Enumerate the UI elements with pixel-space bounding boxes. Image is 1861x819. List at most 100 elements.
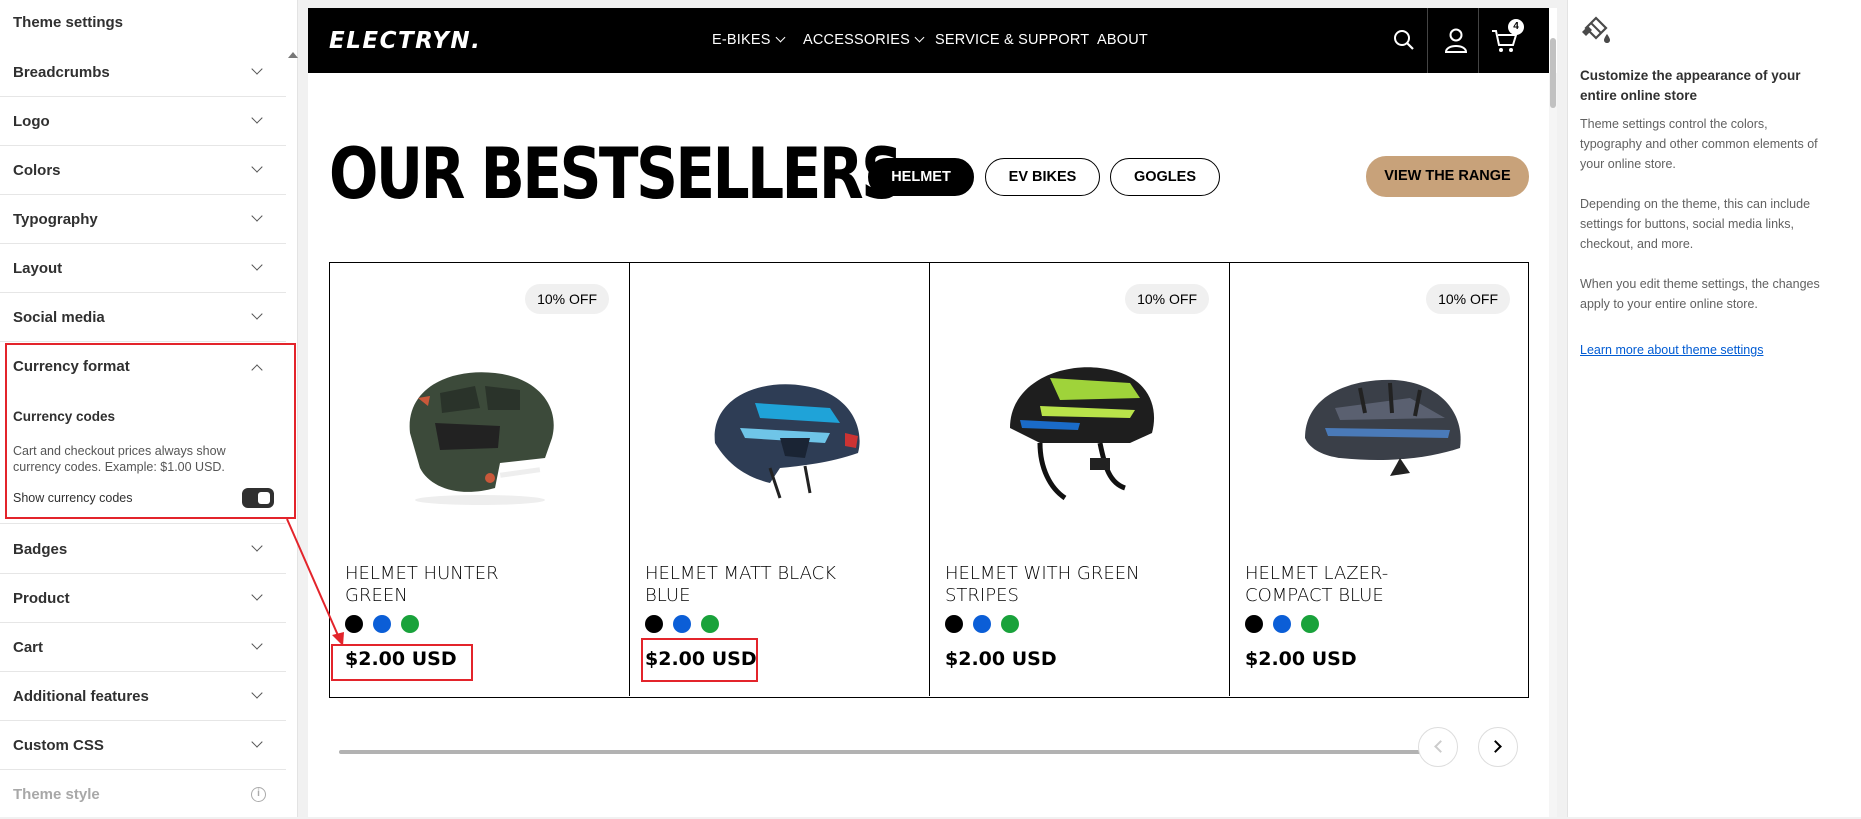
color-swatches <box>645 615 729 635</box>
section-social-media[interactable]: Social media <box>0 293 286 342</box>
section-label: Typography <box>13 211 98 228</box>
chevron-down-icon <box>251 540 263 552</box>
product-price: $2.00 USD <box>945 648 1057 670</box>
product-price: $2.00 USD <box>1245 648 1357 670</box>
paint-brush-icon <box>1582 16 1610 43</box>
swatch-blue[interactable] <box>973 615 991 633</box>
product-image[interactable] <box>680 338 880 508</box>
section-label: Badges <box>13 541 68 558</box>
product-card[interactable]: HELMET MATT BLACK BLUE $2.00 USD <box>630 263 930 696</box>
tab-gogles[interactable]: GOGLES <box>1110 158 1220 196</box>
swatch-blue[interactable] <box>1273 615 1291 633</box>
section-heading: OUR BESTSELLERS <box>329 133 903 215</box>
chevron-down-icon <box>251 638 263 650</box>
product-image[interactable] <box>380 338 580 508</box>
chevron-down-icon <box>251 259 263 271</box>
highlight-currency-format <box>5 343 296 519</box>
highlight-price-2 <box>641 638 758 682</box>
section-label: Product <box>13 590 70 607</box>
swatch-green[interactable] <box>401 615 419 633</box>
chevron-down-icon <box>914 32 925 43</box>
product-name[interactable]: HELMET MATT BLACK BLUE <box>645 563 845 607</box>
store-header: ELECTRYN. E-BIKES ACCESSORIES SERVICE & … <box>308 8 1549 73</box>
chevron-down-icon <box>251 308 263 320</box>
swatch-blue[interactable] <box>373 615 391 633</box>
swatch-black[interactable] <box>645 615 663 633</box>
product-grid: 10% OFF HELMET HUNTER GREEN $2.00 USD HE… <box>329 262 1529 698</box>
nav-label: ACCESSORIES <box>803 32 910 48</box>
section-label: Layout <box>13 260 63 277</box>
section-colors[interactable]: Colors <box>0 146 286 195</box>
section-label: Social media <box>13 309 105 326</box>
section-label: Custom CSS <box>13 737 104 754</box>
product-card[interactable]: 10% OFF HELMET HUNTER GREEN $2.00 USD <box>330 263 630 696</box>
discount-badge: 10% OFF <box>525 284 609 314</box>
chevron-down-icon <box>251 112 263 124</box>
product-card[interactable]: 10% OFF HELMET LAZER-COMPACT BLUE $2.00 … <box>1230 263 1530 696</box>
help-paragraph: When you edit theme settings, the change… <box>1580 277 1820 311</box>
search-icon[interactable] <box>1393 29 1415 51</box>
nav-divider <box>1427 8 1428 73</box>
account-icon[interactable] <box>1443 27 1469 53</box>
carousel-progress-bar[interactable] <box>339 750 1431 754</box>
carousel-next-button[interactable] <box>1478 727 1518 767</box>
swatch-black[interactable] <box>945 615 963 633</box>
preview-scroll-thumb[interactable] <box>1550 38 1556 108</box>
section-product[interactable]: Product <box>0 574 286 623</box>
swatch-black[interactable] <box>345 615 363 633</box>
section-theme-style[interactable]: Theme style i <box>0 770 286 819</box>
nav-e-bikes[interactable]: E-BIKES <box>712 32 786 48</box>
discount-badge: 10% OFF <box>1125 284 1209 314</box>
section-badges[interactable]: Badges <box>0 525 286 574</box>
nav-divider <box>1478 8 1479 73</box>
info-icon[interactable]: i <box>251 787 266 802</box>
nav-label: E-BIKES <box>712 32 771 48</box>
product-card[interactable]: 10% OFF HELMET WITH GREEN STRIPES $2.00 … <box>930 263 1230 696</box>
product-image[interactable] <box>1280 338 1480 508</box>
nav-about[interactable]: ABOUT <box>1097 32 1148 48</box>
scroll-up-arrow[interactable] <box>288 52 298 58</box>
swatch-green[interactable] <box>701 615 719 633</box>
help-panel: Customize the appearance of your entire … <box>1567 0 1861 817</box>
section-additional-features[interactable]: Additional features <box>0 672 286 721</box>
section-typography[interactable]: Typography <box>0 195 286 244</box>
section-label: Breadcrumbs <box>13 64 110 81</box>
product-name[interactable]: HELMET HUNTER GREEN <box>345 563 545 607</box>
product-name[interactable]: HELMET LAZER-COMPACT BLUE <box>1245 563 1445 607</box>
help-title: Customize the appearance of your entire … <box>1580 68 1801 103</box>
store-logo[interactable]: ELECTRYN. <box>329 28 481 54</box>
swatch-blue[interactable] <box>673 615 691 633</box>
section-breadcrumbs[interactable]: Breadcrumbs <box>0 48 286 97</box>
swatch-black[interactable] <box>1245 615 1263 633</box>
cart-count-badge: 4 <box>1508 19 1524 35</box>
section-cart[interactable]: Cart <box>0 623 286 672</box>
nav-accessories[interactable]: ACCESSORIES <box>803 32 925 48</box>
tab-helmet[interactable]: HELMET <box>868 158 974 196</box>
chevron-down-icon <box>251 736 263 748</box>
discount-badge: 10% OFF <box>1426 284 1510 314</box>
color-swatches <box>345 615 429 635</box>
product-image[interactable] <box>980 338 1180 508</box>
preview-scrollbar[interactable] <box>1549 73 1557 817</box>
swatch-green[interactable] <box>1001 615 1019 633</box>
product-name[interactable]: HELMET WITH GREEN STRIPES <box>945 563 1145 607</box>
learn-more-link[interactable]: Learn more about theme settings <box>1580 343 1763 357</box>
nav-service-support[interactable]: SERVICE & SUPPORT <box>935 32 1089 48</box>
section-label: Theme style <box>13 786 100 803</box>
swatch-green[interactable] <box>1301 615 1319 633</box>
panel-title: Theme settings <box>13 14 124 31</box>
color-swatches <box>1245 615 1329 635</box>
section-label: Cart <box>13 639 44 656</box>
view-range-button[interactable]: VIEW THE RANGE <box>1366 156 1529 197</box>
chevron-right-icon <box>1489 740 1502 753</box>
section-label: Additional features <box>13 688 149 705</box>
chevron-left-icon <box>1434 740 1447 753</box>
section-logo[interactable]: Logo <box>0 97 286 146</box>
section-custom-css[interactable]: Custom CSS <box>0 721 286 770</box>
carousel-prev-button[interactable] <box>1418 727 1458 767</box>
tab-ev-bikes[interactable]: EV BIKES <box>985 158 1100 196</box>
chevron-down-icon <box>251 589 263 601</box>
chevron-down-icon <box>251 210 263 222</box>
help-paragraph: Depending on the theme, this can include… <box>1580 197 1811 251</box>
section-layout[interactable]: Layout <box>0 244 286 293</box>
